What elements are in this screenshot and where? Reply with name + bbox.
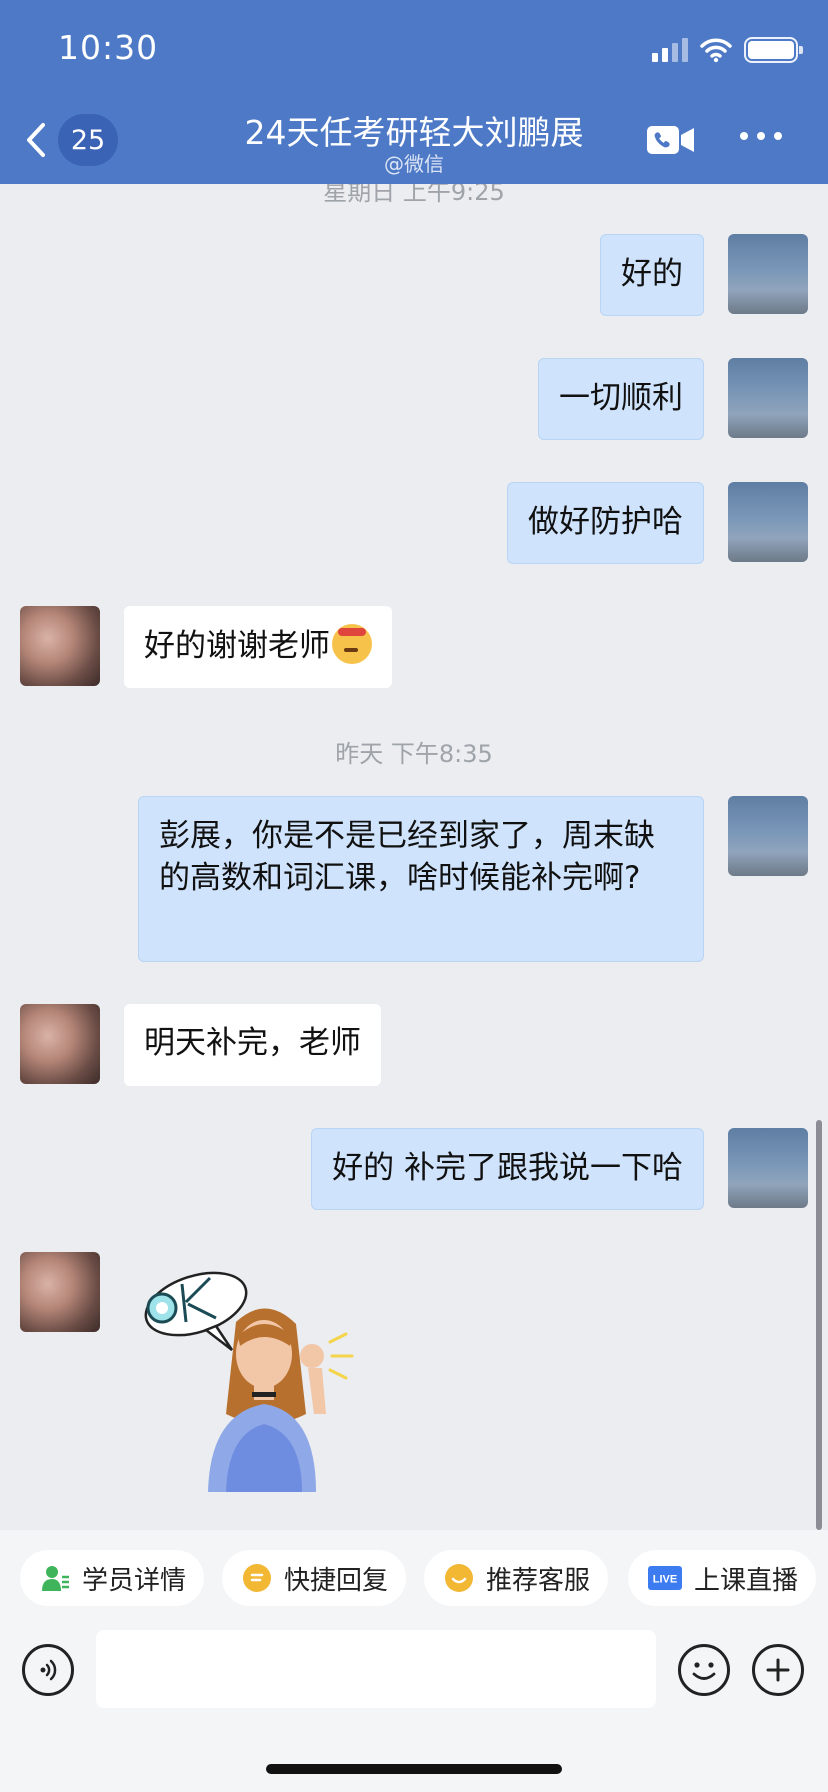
chat-scrollbar[interactable]: [816, 1120, 822, 1530]
timestamp: 昨天 下午8:35: [335, 740, 493, 768]
message-bubble-sent[interactable]: 彭展，你是不是已经到家了，周末缺的高数和词汇课，啥时候能补完啊?: [138, 796, 704, 962]
ok-sticker[interactable]: [136, 1264, 366, 1492]
video-call-icon: [647, 126, 694, 154]
live-badge-text: LIVE: [653, 1574, 677, 1586]
more-button[interactable]: [740, 132, 782, 140]
video-call-button[interactable]: [646, 124, 696, 156]
signal-icon: [652, 38, 688, 62]
timestamp: 星期日 上午9:25: [323, 184, 505, 206]
quick-reply-button[interactable]: 快捷回复: [222, 1550, 407, 1606]
ok-sticker-image: [144, 1271, 354, 1492]
status-time: 10:30: [58, 28, 159, 67]
message-text: 好的谢谢老师: [144, 628, 330, 664]
status-icons: [652, 36, 803, 64]
message-bubble-sent[interactable]: 好的: [600, 234, 704, 316]
more-dot: [740, 132, 748, 140]
more-dot: [774, 132, 782, 140]
voice-button[interactable]: [22, 1644, 74, 1696]
chat-area[interactable]: 星期日 上午9:25 好的 一切顺利 做好防护哈 好的谢谢老师 昨天 下午8:3…: [0, 184, 828, 1530]
self-avatar[interactable]: [728, 796, 808, 876]
contact-avatar[interactable]: [20, 1004, 100, 1084]
plus-icon: [766, 1658, 790, 1682]
message-bubble-received[interactable]: 明天补完，老师: [124, 1004, 381, 1086]
message-bubble-sent[interactable]: 好的 补完了跟我说一下哈: [311, 1128, 704, 1210]
wifi-icon: [700, 38, 732, 63]
message-bubble-received[interactable]: 好的谢谢老师: [124, 606, 392, 688]
service-icon: [444, 1563, 474, 1593]
live-class-label: 上课直播: [694, 1565, 799, 1596]
student-icon: [40, 1563, 70, 1593]
self-avatar[interactable]: [728, 358, 808, 438]
live-class-button[interactable]: LIVE 上课直播: [628, 1550, 817, 1606]
contact-avatar[interactable]: [20, 1252, 100, 1332]
emoji-button[interactable]: [678, 1644, 730, 1696]
message-bubble-sent[interactable]: 一切顺利: [538, 358, 704, 440]
voice-icon: [40, 1659, 57, 1681]
self-avatar[interactable]: [728, 1128, 808, 1208]
student-details-label: 学员详情: [82, 1565, 187, 1596]
page-title: 24天任考研轻大刘鹏展: [244, 113, 584, 152]
recommend-service-label: 推荐客服: [486, 1565, 591, 1596]
smiley-icon: [692, 1662, 716, 1680]
live-icon: LIVE: [648, 1563, 682, 1593]
contact-avatar[interactable]: [20, 606, 100, 686]
battery-icon: [744, 37, 803, 63]
message-input[interactable]: [96, 1630, 656, 1708]
more-dot: [757, 132, 765, 140]
page-subtitle: @微信: [384, 152, 444, 176]
quick-reply-label: 快捷回复: [284, 1565, 389, 1596]
recommend-service-button[interactable]: 推荐客服: [424, 1550, 609, 1606]
more-functions-button[interactable]: [752, 1644, 804, 1696]
quick-reply-icon: [242, 1563, 272, 1593]
message-bubble-sent[interactable]: 做好防护哈: [507, 482, 704, 564]
student-details-button[interactable]: 学员详情: [20, 1550, 205, 1606]
self-avatar[interactable]: [728, 482, 808, 562]
quick-actions-bar: 学员详情 快捷回复 推荐客服 LIVE 上课直播: [0, 1530, 828, 1630]
self-avatar[interactable]: [728, 234, 808, 314]
chat-header: 10:30 25 24天任考研轻大刘鹏展 @微信: [0, 0, 828, 184]
home-indicator[interactable]: [266, 1764, 562, 1774]
emoji-icon: [332, 624, 372, 664]
